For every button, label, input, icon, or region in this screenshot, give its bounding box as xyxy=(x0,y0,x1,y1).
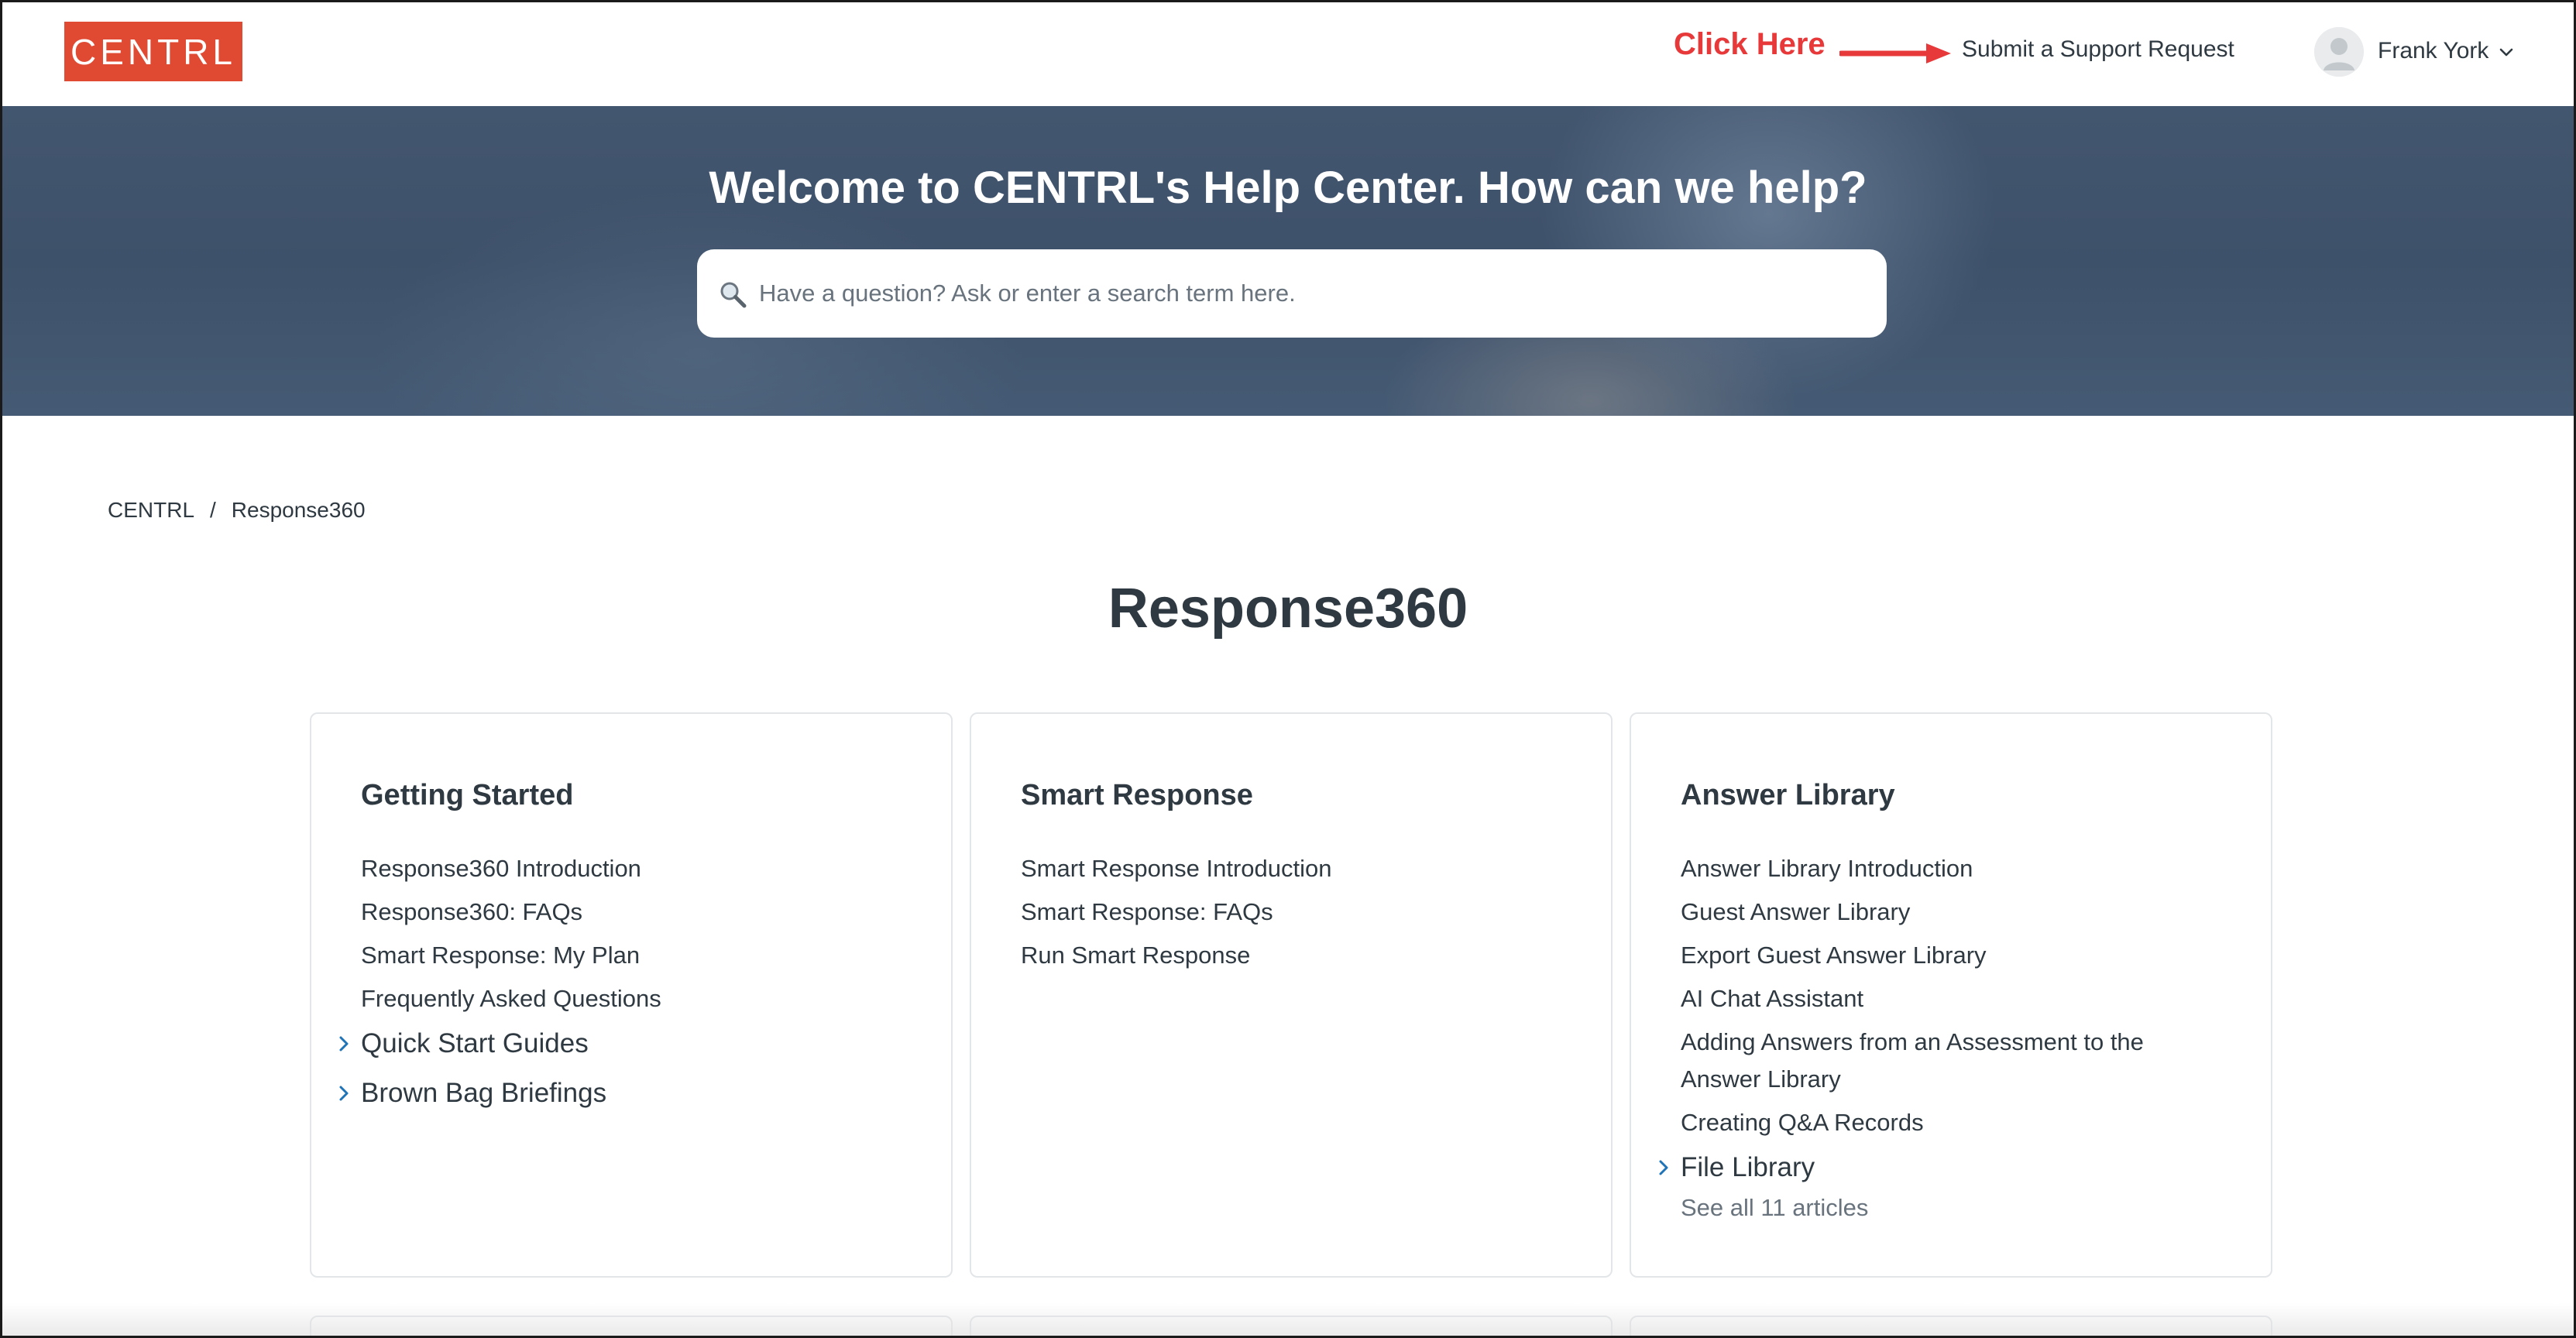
category-card-smart-response: Smart Response Smart Response Introducti… xyxy=(970,712,1613,1278)
article-link[interactable]: Response360 Introduction xyxy=(361,847,661,890)
chevron-down-icon[interactable] xyxy=(2498,44,2515,61)
category-card-answer-library: Answer Library Answer Library Introducti… xyxy=(1630,712,2272,1278)
arrow-right-icon xyxy=(1839,43,1951,63)
article-link[interactable]: Smart Response Introduction xyxy=(1021,847,1332,890)
section-file-library[interactable]: File Library xyxy=(1653,1152,1815,1183)
search-icon xyxy=(720,282,747,308)
logo-text: CENTRL xyxy=(70,31,237,72)
page-title: Response360 xyxy=(1108,578,1468,640)
article-link[interactable]: Run Smart Response xyxy=(1021,934,1332,977)
article-link[interactable]: AI Chat Assistant xyxy=(1681,977,2223,1021)
search-bar[interactable] xyxy=(697,249,1887,338)
article-list: Answer Library Introduction Guest Answer… xyxy=(1681,847,2223,1144)
section-label: Brown Bag Briefings xyxy=(361,1078,607,1108)
article-list: Response360 Introduction Response360: FA… xyxy=(361,847,661,1021)
article-link[interactable]: Response360: FAQs xyxy=(361,890,661,934)
article-link[interactable]: Export Guest Answer Library xyxy=(1681,934,2223,977)
click-here-annotation: Click Here xyxy=(1674,27,1826,61)
breadcrumb-item-response360[interactable]: Response360 xyxy=(232,498,366,523)
article-link[interactable]: Guest Answer Library xyxy=(1681,890,2223,934)
card-title[interactable]: Getting Started xyxy=(361,779,573,812)
chevron-right-icon xyxy=(1659,1160,1668,1175)
article-link[interactable]: Smart Response: FAQs xyxy=(1021,890,1332,934)
article-link[interactable]: Smart Response: My Plan xyxy=(361,934,661,977)
breadcrumb: CENTRL / Response360 xyxy=(108,498,366,523)
breadcrumb-item-centrl[interactable]: CENTRL xyxy=(108,498,194,523)
article-link[interactable]: Frequently Asked Questions xyxy=(361,977,661,1021)
section-label: File Library xyxy=(1681,1152,1815,1182)
scroll-fade xyxy=(2,1303,2574,1336)
user-avatar-icon[interactable] xyxy=(2314,27,2364,77)
card-title[interactable]: Answer Library xyxy=(1681,779,1895,812)
card-title[interactable]: Smart Response xyxy=(1021,779,1253,812)
category-card-getting-started: Getting Started Response360 Introduction… xyxy=(310,712,953,1278)
hero-banner: Welcome to CENTRL's Help Center. How can… xyxy=(2,106,2574,416)
site-header: CENTRL Click Here Submit a Support Reque… xyxy=(2,2,2574,106)
search-input[interactable] xyxy=(759,249,1859,338)
section-label: Quick Start Guides xyxy=(361,1028,589,1058)
browser-frame: CENTRL Click Here Submit a Support Reque… xyxy=(0,0,2576,1338)
article-link[interactable]: Answer Library Introduction xyxy=(1681,847,2223,890)
article-link[interactable]: Adding Answers from an Assessment to the… xyxy=(1681,1021,2223,1101)
hero-title: Welcome to CENTRL's Help Center. How can… xyxy=(709,163,1867,213)
article-link[interactable]: Creating Q&A Records xyxy=(1681,1101,2223,1144)
chevron-right-icon xyxy=(339,1086,349,1101)
centrl-logo[interactable]: CENTRL xyxy=(64,22,242,81)
section-brown-bag-briefings[interactable]: Brown Bag Briefings xyxy=(333,1078,606,1109)
chevron-right-icon xyxy=(339,1036,349,1052)
article-list: Smart Response Introduction Smart Respon… xyxy=(1021,847,1332,977)
submit-support-request-link[interactable]: Submit a Support Request xyxy=(1962,36,2234,63)
see-all-articles-link[interactable]: See all 11 articles xyxy=(1681,1194,1868,1222)
section-quick-start-guides[interactable]: Quick Start Guides xyxy=(333,1028,589,1059)
user-name-menu[interactable]: Frank York xyxy=(2378,38,2488,64)
breadcrumb-separator: / xyxy=(210,498,216,522)
